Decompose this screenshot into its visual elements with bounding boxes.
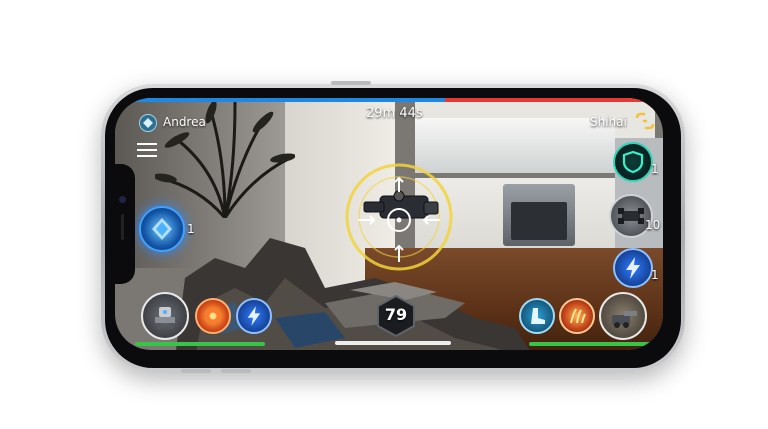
crystal-orb-icon [152, 218, 172, 240]
link-icon [635, 112, 655, 130]
drone-unit-icon [618, 208, 644, 224]
cannon-unit-icon [612, 311, 637, 328]
cannon-unit-button[interactable] [599, 292, 647, 340]
crystal-orb-ability-button[interactable] [139, 206, 185, 252]
fireball-ability-button[interactable] [195, 298, 231, 334]
mech-unit-button[interactable] [141, 292, 189, 340]
player-avatar-icon [139, 114, 157, 132]
target-reticle[interactable] [340, 158, 458, 276]
home-indicator[interactable] [335, 341, 451, 345]
player-name-right: Shihai [590, 115, 627, 129]
energy-counter: 79 [384, 305, 408, 324]
player-name-left: Andrea [163, 115, 206, 129]
phone-frame: 29m 44s Andrea Shihai 1 1 10 1 79 [101, 81, 685, 373]
match-timer: 29m 44s [366, 106, 423, 121]
fireball-icon [206, 309, 220, 323]
lightning-ability-button-right[interactable] [613, 248, 653, 288]
crystal-orb-count: 1 [187, 222, 195, 236]
red-team-progress-bar [445, 98, 663, 102]
menu-icon[interactable] [137, 142, 157, 158]
shield-ability-button[interactable] [613, 142, 653, 182]
lightning-icon [247, 306, 261, 326]
shield-count: 1 [651, 162, 659, 176]
player-health-bar [135, 342, 265, 346]
phone-volume-button [221, 369, 251, 373]
boot-ability-button[interactable] [519, 298, 555, 334]
game-screen[interactable]: 29m 44s Andrea Shihai 1 1 10 1 79 [115, 98, 663, 350]
phone-side-button [331, 81, 371, 85]
drone-unit-count: 10 [645, 218, 661, 232]
phone-volume-button [181, 369, 211, 373]
blue-team-progress-bar [115, 98, 445, 102]
speaker-grille [121, 214, 124, 240]
front-camera [119, 196, 126, 203]
fire-claw-icon [570, 308, 586, 324]
shield-icon [622, 150, 644, 174]
fire-claw-ability-button[interactable] [559, 298, 595, 334]
phone-notch [115, 164, 135, 284]
mech-unit-icon [155, 307, 175, 329]
boot-icon [531, 308, 545, 324]
lightning-ability-button-left[interactable] [236, 298, 272, 334]
lightning-icon [626, 257, 640, 279]
lightning-count: 1 [651, 268, 659, 282]
opponent-health-bar [529, 342, 657, 346]
